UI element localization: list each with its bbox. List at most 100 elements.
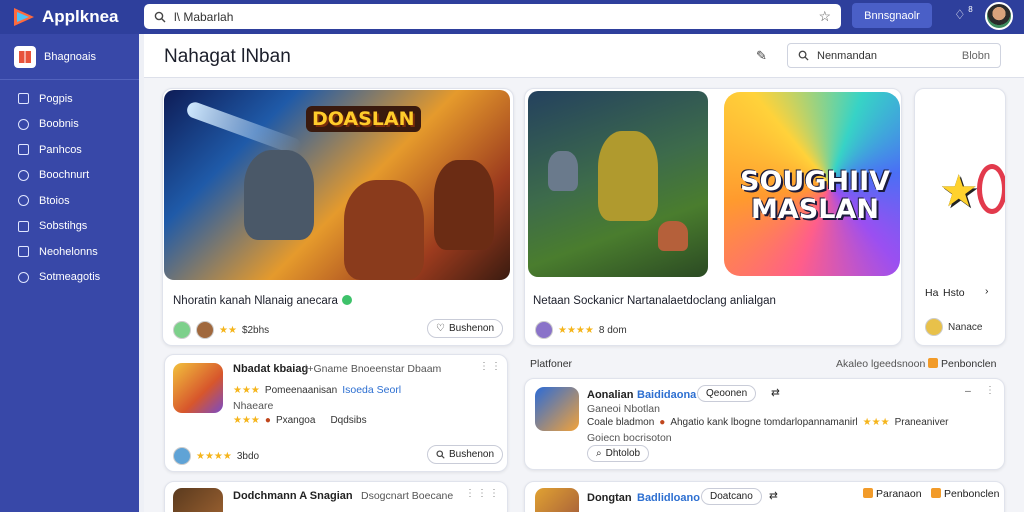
fire-icon: ● — [659, 417, 666, 428]
list-item-line3-c: Praneaniver — [894, 417, 949, 428]
top-action-button[interactable]: Bnnsgnaolr — [852, 3, 932, 28]
list-item-title-link[interactable]: Baididaona — [637, 389, 696, 401]
list-action-button[interactable]: ⌕ Dhtolob — [587, 445, 650, 462]
sidebar-item-label: Sotmeagotis — [39, 271, 101, 284]
rating-text: 3bdo — [236, 450, 260, 462]
sidebar-item-label: Boobnis — [39, 118, 79, 131]
circle-icon — [18, 118, 29, 130]
global-search-bar[interactable]: l\ Mabarlah ☆ — [144, 4, 841, 29]
more-options-icon[interactable]: ⋮⋮⋮ — [465, 488, 501, 499]
sidebar-header[interactable]: Bhagnoais — [0, 34, 139, 80]
square-icon — [18, 220, 29, 232]
link-icon[interactable]: ⇄ — [769, 490, 778, 502]
avatar — [196, 321, 214, 339]
sidebar-item-1[interactable]: Boobnis — [0, 112, 139, 138]
search-icon — [154, 11, 166, 22]
link-icon[interactable]: ⇄ — [771, 387, 780, 399]
sidebar-item-0[interactable]: Pogpis — [0, 86, 139, 112]
more-options-icon[interactable]: ⋮ — [985, 385, 997, 396]
featured-meta: Nanace — [948, 321, 983, 333]
featured-caption: Nhoratin kanah Nlanaig anecara — [173, 295, 338, 307]
section-link-1[interactable]: Akaleo lgeedsnoon — [836, 358, 925, 370]
search-icon — [798, 50, 809, 61]
list-item-subtitle: Dsogcnart Boecane — [361, 490, 454, 502]
status-pill[interactable]: Qeoonen — [697, 385, 757, 402]
featured-action-label: Bushenon — [448, 323, 495, 334]
section-link-2-label: Penbonclen — [941, 358, 997, 370]
avatar — [173, 447, 191, 465]
more-options-icon[interactable]: ⋮⋮ — [479, 361, 503, 372]
sidebar-item-6[interactable]: Neohelonns — [0, 239, 139, 265]
ring-graphic — [977, 164, 1005, 214]
list-item-title: Dodchmann A Snagian — [233, 490, 353, 502]
featured-action-button[interactable]: ♡ Bushenon — [427, 319, 504, 338]
featured-banner-image[interactable]: DOASLAN — [164, 90, 510, 280]
microphone-icon[interactable]: ✎ — [756, 48, 767, 64]
sidebar: Bhagnoais Pogpis Boobnis Panhcos Boochnu… — [0, 34, 139, 512]
minimize-icon[interactable]: – — [965, 385, 971, 397]
chevron-right-icon[interactable]: › — [985, 285, 989, 297]
list-action-button[interactable]: Bushenon — [427, 445, 504, 464]
notification-badge: 8 — [968, 5, 973, 14]
game-logo: DOASLAN — [306, 106, 421, 132]
featured-banner-image-3[interactable]: SOUGHIIV MASLAN — [724, 92, 900, 276]
favorite-star-icon[interactable]: ☆ — [818, 8, 831, 25]
list-item-title: Dongtan — [587, 492, 632, 504]
user-avatar[interactable] — [985, 2, 1013, 30]
section-title: Platfoner — [530, 358, 573, 370]
global-search-input[interactable]: l\ Mabarlah — [174, 10, 818, 24]
heart-icon: ♡ — [436, 323, 445, 334]
list-item-line2-b[interactable]: Isoeda Seorl — [342, 384, 401, 396]
rating-stars-icon: ★★★ — [233, 384, 260, 396]
app-icon — [535, 387, 579, 431]
sidebar-item-2[interactable]: Panhcos — [0, 137, 139, 163]
hero-character-graphic — [598, 131, 658, 221]
list-item-line4: Goiecn bocrisoton — [587, 432, 672, 444]
sidebar-item-4[interactable]: Btoios — [0, 188, 139, 214]
status-pill[interactable]: Doatcano — [701, 488, 762, 505]
sidebar-item-label: Panhcos — [39, 143, 82, 156]
list-item-line3: Nhaeare — [233, 400, 274, 412]
featured-banner-image-2[interactable] — [528, 91, 708, 277]
section-link-2[interactable]: Penbonclen — [928, 358, 996, 370]
app-name: Applknea — [42, 7, 119, 26]
list-item[interactable]: Nbadat kbaiag l+Gname Bnoeenstar Dbaam ⋮… — [164, 354, 508, 472]
notification-bell-icon[interactable]: ♢ 8 — [954, 5, 973, 23]
featured-banner-image-4[interactable]: ★ — [917, 94, 1005, 274]
app-logo[interactable]: Applknea — [0, 7, 140, 27]
hero-character-graphic — [344, 180, 424, 280]
search-icon — [436, 450, 445, 459]
sidebar-item-5[interactable]: Sobstihgs — [0, 214, 139, 240]
list-item-title-link[interactable]: Badlidloano — [637, 492, 700, 504]
list-item[interactable]: Dodchmann A Snagian Dsogcnart Boecane ⋮⋮… — [164, 481, 508, 512]
circle-icon — [18, 195, 29, 207]
list-item-line3: Coale bladmon — [587, 417, 655, 428]
page-search-bar[interactable]: Nenmandan Blobn — [787, 43, 1001, 68]
list-item[interactable]: Dongtan Badlidloano Doatcano ⇄ Paranaon … — [524, 481, 1005, 512]
tag-2-label: Penbonclen — [944, 488, 1000, 500]
fire-icon: ● — [264, 415, 271, 426]
list-item[interactable]: Aonalian Baididaona Qeoonen ⇄ – ⋮ Ganeoi… — [524, 378, 1005, 470]
hero-character-graphic — [548, 151, 578, 191]
rating-stars-icon: ★★★★ — [196, 450, 232, 462]
sidebar-item-7[interactable]: Sotmeagotis — [0, 265, 139, 291]
app-icon — [173, 363, 223, 413]
app-icon — [173, 488, 223, 512]
tag-1[interactable]: Paranaon — [863, 488, 922, 500]
rating-stars-icon: ★★★ — [862, 417, 890, 428]
sidebar-item-3[interactable]: Boochnurt — [0, 163, 139, 189]
sidebar-item-label: Boochnurt — [39, 169, 90, 182]
list-item-subtitle: l+Gname Bnoeenstar Dbaam — [305, 363, 442, 375]
app-icon — [535, 488, 579, 512]
featured-caption-right: Hsto — [943, 287, 965, 299]
list-item-line2: Ganeoi Nbotlan — [587, 403, 660, 415]
top-bar: Applknea l\ Mabarlah ☆ Bnnsgnaolr ♢ 8 — [0, 0, 1024, 34]
list-item-line3-b: Ahgatio kank lbogne tomdarlopannamanirl — [670, 417, 858, 428]
hero-character-graphic — [244, 150, 314, 240]
page-search-input[interactable]: Nenmandan — [817, 50, 962, 62]
avatar — [925, 318, 943, 336]
rating-stars-icon: ★★ — [219, 324, 237, 336]
tag-2[interactable]: Penbonclen — [931, 488, 999, 500]
circle-icon — [18, 271, 29, 283]
page-search-right-label: Blobn — [961, 49, 990, 62]
